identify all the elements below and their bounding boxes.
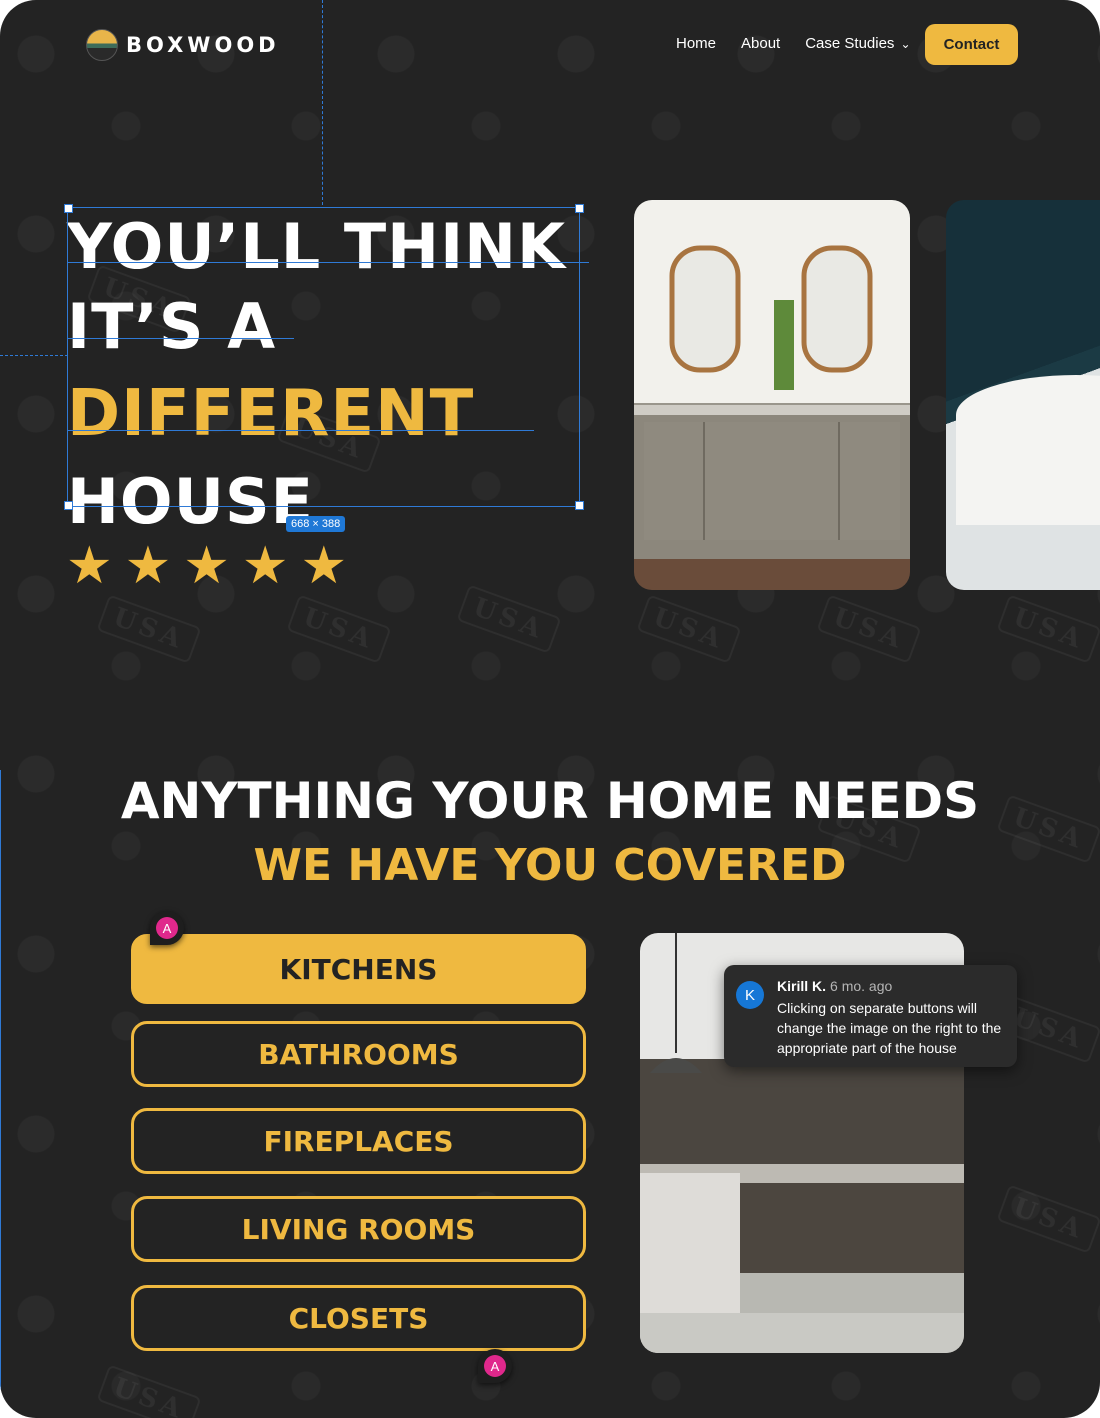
comment-header: Kirill K. 6 mo. ago [777,978,892,994]
bathroom-vanity-photo [634,200,910,590]
category-button-bathrooms[interactable]: BATHROOMS [131,1021,586,1087]
category-button-living-rooms[interactable]: LIVING ROOMS [131,1196,586,1262]
brand-name: BOXWOOD [126,33,280,57]
chevron-down-icon: ⌄ [900,37,911,51]
star-icon: ★ [124,537,172,595]
selection-box[interactable] [67,207,580,507]
text-baseline [67,430,534,431]
category-button-fireplaces[interactable]: FIREPLACES [131,1108,586,1174]
nav-link-case-studies[interactable]: Case Studies ⌄ [805,35,910,52]
contact-button[interactable]: Contact [925,24,1018,65]
resize-handle[interactable] [575,204,584,213]
nav-link-home[interactable]: Home [676,35,716,52]
top-nav: BOXWOOD Home About Case Studies ⌄ Contact [0,0,1100,88]
avatar: K [736,981,764,1009]
comment-marker[interactable]: A [150,911,184,945]
comment-popup[interactable]: K Kirill K. 6 mo. ago Clicking on separat… [724,965,1017,1067]
resize-handle[interactable] [64,204,73,213]
section-subheading: WE HAVE YOU COVERED [253,840,847,891]
nav-links: Home About Case Studies ⌄ [676,35,911,52]
category-button-kitchens[interactable]: KITCHENS [131,934,586,1004]
text-baseline [67,338,294,339]
design-guide-vertical [322,0,323,205]
bathtub-photo [946,200,1100,590]
selection-size-label: 668 × 388 [286,516,346,532]
logo-icon [86,29,118,61]
nav-link-about[interactable]: About [741,35,780,52]
star-icon: ★ [66,537,113,595]
star-icon: ★ [300,537,348,595]
resize-handle[interactable] [575,501,584,510]
page-frame: USA USA USA USA USA USA USA USA USA USA … [0,0,1100,1418]
section-heading: ANYTHING YOUR HOME NEEDS [120,772,980,830]
text-baseline [67,262,589,263]
comment-author: Kirill K. [777,978,827,994]
comment-time: 6 mo. ago [830,978,893,994]
brand-logo[interactable]: BOXWOOD [86,29,280,61]
star-icon: ★ [183,537,230,595]
design-guide-horizontal [0,355,68,356]
comment-marker-label: A [156,917,178,939]
comment-text: Clicking on separate buttons will change… [777,1000,1002,1056]
comment-marker-label: A [484,1355,506,1377]
nav-link-case-studies-label: Case Studies [805,35,895,52]
star-icon: ★ [241,537,289,595]
comment-marker[interactable]: A [478,1349,512,1383]
rating-stars: ★ ★ ★ ★ ★ [66,538,347,594]
category-button-closets[interactable]: CLOSETS [131,1285,586,1351]
resize-handle[interactable] [64,501,73,510]
